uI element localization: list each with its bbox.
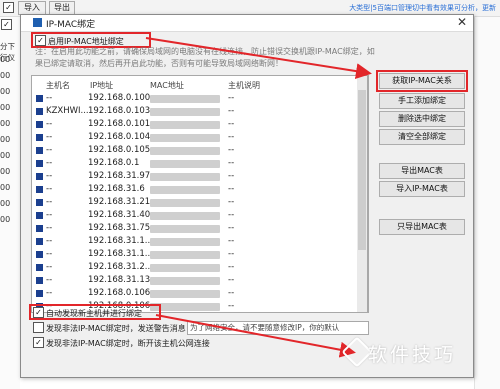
watermark-text: 软件技巧 [368,344,457,366]
arrow-from-auto-bind [155,314,356,358]
arrow-to-get-button [145,37,372,80]
annotation-arrows [145,37,372,358]
